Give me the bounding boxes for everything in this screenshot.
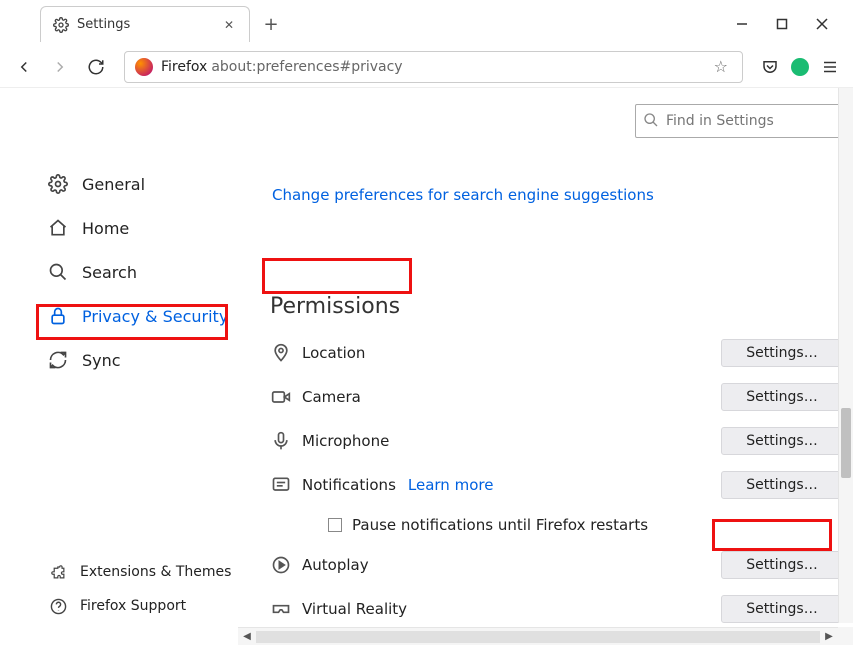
bookmark-star-icon[interactable]: ☆ <box>710 57 732 76</box>
camera-settings-button[interactable]: Settings… <box>721 383 843 411</box>
sidebar-item-label: General <box>82 175 145 194</box>
search-icon <box>48 262 68 282</box>
permissions-list: Location Settings… Camera Settings… Micr… <box>270 331 843 631</box>
sidebar-item-label: Extensions & Themes <box>80 564 231 580</box>
firefox-logo-icon <box>135 58 153 76</box>
sidebar-item-extensions[interactable]: Extensions & Themes <box>0 555 238 589</box>
scroll-right-button[interactable]: ▶ <box>820 628 838 646</box>
permission-row-notifications: Notifications Learn more Settings… <box>270 463 843 507</box>
permission-row-location: Location Settings… <box>270 331 843 375</box>
sidebar-item-label: Firefox Support <box>80 598 186 614</box>
search-icon <box>643 112 659 128</box>
scrollbar-thumb[interactable] <box>841 408 851 478</box>
permissions-heading: Permissions <box>270 294 853 319</box>
sidebar-item-label: Search <box>82 263 137 282</box>
pause-notifications-checkbox[interactable] <box>328 518 342 532</box>
browser-toolbar: Firefoxabout:preferences#privacy ☆ <box>0 46 853 88</box>
permission-label: Microphone <box>302 432 389 450</box>
sidebar-item-general[interactable]: General <box>0 162 238 206</box>
camera-icon <box>270 386 292 408</box>
window-controls <box>727 0 853 36</box>
close-window-button[interactable] <box>807 12 837 36</box>
permission-label: Location <box>302 344 365 362</box>
url-text: Firefoxabout:preferences#privacy <box>161 59 403 75</box>
permission-label: Virtual Reality <box>302 600 407 618</box>
scrollbar-corner <box>838 627 853 645</box>
vertical-scrollbar[interactable] <box>838 88 853 623</box>
scrollbar-track[interactable] <box>256 631 820 643</box>
vr-settings-button[interactable]: Settings… <box>721 595 843 623</box>
new-tab-button[interactable]: + <box>256 9 286 39</box>
permission-row-autoplay: Autoplay Settings… <box>270 543 843 587</box>
scroll-left-button[interactable]: ◀ <box>238 628 256 646</box>
sidebar-item-support[interactable]: Firefox Support <box>0 589 238 623</box>
sidebar-item-privacy[interactable]: Privacy & Security <box>0 294 238 338</box>
forward-button[interactable] <box>44 51 76 83</box>
permission-label: Camera <box>302 388 361 406</box>
home-icon <box>48 218 68 238</box>
sidebar-item-label: Sync <box>82 351 121 370</box>
reload-button[interactable] <box>80 51 112 83</box>
sync-icon <box>48 350 68 370</box>
permission-label: Notifications <box>302 476 396 494</box>
pause-notifications-label: Pause notifications until Firefox restar… <box>352 516 648 534</box>
lock-icon <box>48 306 68 326</box>
permission-row-camera: Camera Settings… <box>270 375 843 419</box>
notifications-learn-more-link[interactable]: Learn more <box>408 476 494 494</box>
pause-notifications-row: Pause notifications until Firefox restar… <box>328 507 843 543</box>
sidebar-item-sync[interactable]: Sync <box>0 338 238 382</box>
autoplay-icon <box>270 554 292 576</box>
permission-row-vr: Virtual Reality Settings… <box>270 587 843 631</box>
tab-settings[interactable]: Settings ✕ <box>40 6 250 42</box>
notifications-settings-button[interactable]: Settings… <box>721 471 843 499</box>
search-suggestions-link[interactable]: Change preferences for search engine sug… <box>272 186 654 204</box>
maximize-button[interactable] <box>767 12 797 36</box>
app-menu-button[interactable] <box>821 58 839 76</box>
minimize-button[interactable] <box>727 12 757 36</box>
sidebar-item-search[interactable]: Search <box>0 250 238 294</box>
sidebar-item-label: Home <box>82 219 129 238</box>
permission-row-microphone: Microphone Settings… <box>270 419 843 463</box>
gear-icon <box>48 174 68 194</box>
tab-strip: Settings ✕ + <box>0 0 286 42</box>
question-icon <box>48 596 68 616</box>
location-settings-button[interactable]: Settings… <box>721 339 843 367</box>
settings-main-panel: Change preferences for search engine sug… <box>238 88 853 645</box>
microphone-settings-button[interactable]: Settings… <box>721 427 843 455</box>
close-tab-button[interactable]: ✕ <box>221 17 237 33</box>
extension-icon[interactable] <box>791 58 809 76</box>
tab-label: Settings <box>77 17 213 32</box>
window-titlebar: Settings ✕ + <box>0 0 853 46</box>
permission-label: Autoplay <box>302 556 369 574</box>
sidebar-item-label: Privacy & Security <box>82 307 228 326</box>
back-button[interactable] <box>8 51 40 83</box>
url-bar[interactable]: Firefoxabout:preferences#privacy ☆ <box>124 51 743 83</box>
pocket-icon[interactable] <box>761 58 779 76</box>
settings-search <box>635 104 845 138</box>
sidebar-lower: Extensions & Themes Firefox Support <box>0 555 238 623</box>
settings-search-input[interactable] <box>635 104 845 138</box>
notifications-icon <box>270 474 292 496</box>
sidebar-item-home[interactable]: Home <box>0 206 238 250</box>
location-icon <box>270 342 292 364</box>
autoplay-settings-button[interactable]: Settings… <box>721 551 843 579</box>
content-area: General Home Search Privacy & Security S… <box>0 88 853 645</box>
gear-icon <box>53 17 69 33</box>
settings-sidebar: General Home Search Privacy & Security S… <box>0 88 238 645</box>
microphone-icon <box>270 430 292 452</box>
vr-icon <box>270 598 292 620</box>
toolbar-right-icons <box>755 58 845 76</box>
puzzle-icon <box>48 562 68 582</box>
horizontal-scrollbar[interactable]: ◀ ▶ <box>238 627 838 645</box>
